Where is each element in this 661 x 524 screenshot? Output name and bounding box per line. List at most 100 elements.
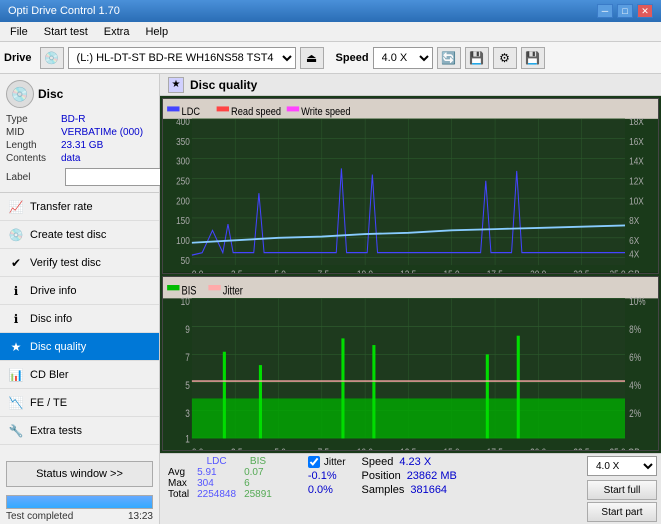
save-btn[interactable]: 💾	[521, 47, 545, 69]
samples-value: 381664	[410, 484, 447, 496]
chart-ldc: LDC Read speed Write speed	[162, 98, 659, 274]
start-part-button[interactable]: Start part	[587, 502, 657, 522]
nav-transfer-rate[interactable]: 📈 Transfer rate	[0, 193, 159, 221]
right-panel: ★ Disc quality LDC Read speed Write spee…	[160, 74, 661, 524]
svg-text:25.0 GB: 25.0 GB	[610, 446, 640, 450]
verify-disc-icon: ✔	[8, 255, 24, 271]
toolbar: Drive 💿 (L:) HL-DT-ST BD-RE WH16NS58 TST…	[0, 42, 661, 74]
refresh-btn[interactable]: 🔄	[437, 47, 461, 69]
drive-icon-btn[interactable]: 💿	[40, 47, 64, 69]
nav-disc-info[interactable]: ℹ Disc info	[0, 305, 159, 333]
samples-row: Samples 381664	[362, 484, 457, 496]
samples-label: Samples	[362, 484, 405, 496]
disc-write-btn[interactable]: 💾	[465, 47, 489, 69]
svg-text:4X: 4X	[629, 249, 639, 260]
jitter-stats: Jitter -0.1% 0.0%	[308, 456, 346, 496]
charts-container: LDC Read speed Write speed	[160, 96, 661, 453]
svg-text:12X: 12X	[629, 176, 644, 187]
speed-select-stats[interactable]: 4.0 X	[587, 456, 657, 476]
nav-drive-info[interactable]: ℹ Drive info	[0, 277, 159, 305]
position-label: Position	[362, 470, 401, 482]
drive-select[interactable]: (L:) HL-DT-ST BD-RE WH16NS58 TST4	[68, 47, 296, 69]
menu-file[interactable]: File	[4, 24, 34, 40]
speed-select[interactable]: 4.0 X	[373, 47, 433, 69]
nav-items: 📈 Transfer rate 💿 Create test disc ✔ Ver…	[0, 193, 159, 457]
svg-text:Jitter: Jitter	[223, 284, 243, 297]
speed-label: Speed	[362, 456, 394, 468]
svg-text:12.5: 12.5	[400, 269, 416, 273]
settings-btn[interactable]: ⚙	[493, 47, 517, 69]
nav-verify-test-disc[interactable]: ✔ Verify test disc	[0, 249, 159, 277]
svg-text:20.0: 20.0	[530, 269, 546, 273]
avg-label: Avg	[164, 467, 193, 478]
minimize-button[interactable]: ─	[597, 4, 613, 18]
label-key: Label	[6, 172, 61, 183]
disc-quality-icon: ★	[8, 339, 24, 355]
position-row: Position 23862 MB	[362, 470, 457, 482]
type-key: Type	[6, 114, 61, 125]
svg-text:0.0: 0.0	[192, 446, 203, 450]
svg-text:2.5: 2.5	[231, 446, 242, 450]
nav-extra-tests[interactable]: 🔧 Extra tests	[0, 417, 159, 445]
menu-starttest[interactable]: Start test	[38, 24, 94, 40]
close-button[interactable]: ✕	[637, 4, 653, 18]
svg-text:3: 3	[185, 408, 190, 420]
menu-extra[interactable]: Extra	[98, 24, 136, 40]
svg-text:22.5: 22.5	[573, 269, 589, 273]
svg-text:25.0 GB: 25.0 GB	[610, 269, 640, 273]
svg-text:1: 1	[185, 433, 190, 445]
svg-text:15.0: 15.0	[444, 446, 460, 450]
drive-label: Drive	[4, 52, 32, 64]
progress-bar-fill	[7, 496, 152, 508]
fe-te-icon: 📉	[8, 395, 24, 411]
svg-text:5.0: 5.0	[274, 446, 285, 450]
disc-properties: Type BD-R MID VERBATIMe (000) Length 23.…	[6, 114, 153, 186]
maximize-button[interactable]: □	[617, 4, 633, 18]
status-text-row: Test completed 13:23	[6, 511, 153, 522]
svg-text:Write speed: Write speed	[301, 106, 351, 118]
total-bis: 25891	[240, 489, 276, 500]
window-controls: ─ □ ✕	[597, 4, 653, 18]
svg-text:10%: 10%	[629, 296, 646, 308]
max-bis: 6	[240, 478, 276, 489]
start-full-button[interactable]: Start full	[587, 480, 657, 500]
menu-help[interactable]: Help	[139, 24, 174, 40]
nav-cd-bler-label: CD Bler	[30, 369, 69, 381]
avg-jitter: -0.1%	[308, 470, 346, 482]
svg-text:10: 10	[181, 296, 190, 308]
jitter-checkbox[interactable]	[308, 456, 320, 468]
nav-disc-quality[interactable]: ★ Disc quality	[0, 333, 159, 361]
disc-label-row: Label ⚙	[6, 168, 153, 186]
cd-bler-icon: 📊	[8, 367, 24, 383]
nav-drive-info-label: Drive info	[30, 285, 76, 297]
drive-info-icon: ℹ	[8, 283, 24, 299]
max-ldc: 304	[193, 478, 240, 489]
contents-value: data	[61, 153, 80, 164]
svg-text:10X: 10X	[629, 196, 644, 207]
svg-text:5: 5	[185, 380, 190, 392]
type-value: BD-R	[61, 114, 85, 125]
menubar: File Start test Extra Help	[0, 22, 661, 42]
mid-value: VERBATIMe (000)	[61, 127, 143, 138]
status-window-btn[interactable]: Status window >>	[6, 461, 153, 487]
nav-fe-te[interactable]: 📉 FE / TE	[0, 389, 159, 417]
panel-header: ★ Disc quality	[160, 74, 661, 96]
transfer-rate-icon: 📈	[8, 199, 24, 215]
nav-cd-bler[interactable]: 📊 CD Bler	[0, 361, 159, 389]
svg-text:Read speed: Read speed	[231, 106, 281, 118]
svg-text:15.0: 15.0	[444, 269, 460, 273]
chart-bis-svg: BIS Jitter	[163, 277, 658, 451]
nav-disc-quality-label: Disc quality	[30, 341, 86, 353]
svg-text:7.5: 7.5	[318, 446, 329, 450]
max-jitter: 0.0%	[308, 484, 346, 496]
eject-btn[interactable]: ⏏	[300, 47, 324, 69]
disc-section: 💿 Disc Type BD-R MID VERBATIMe (000) Len…	[0, 74, 159, 193]
svg-text:10.0: 10.0	[357, 446, 373, 450]
svg-text:6%: 6%	[629, 352, 641, 364]
svg-text:50: 50	[181, 255, 190, 266]
position-value: 23862 MB	[407, 470, 457, 482]
svg-text:17.5: 17.5	[487, 269, 503, 273]
status-text-label: Test completed	[6, 511, 73, 522]
nav-create-test-disc[interactable]: 💿 Create test disc	[0, 221, 159, 249]
status-bar-area: Test completed 13:23	[0, 491, 159, 524]
